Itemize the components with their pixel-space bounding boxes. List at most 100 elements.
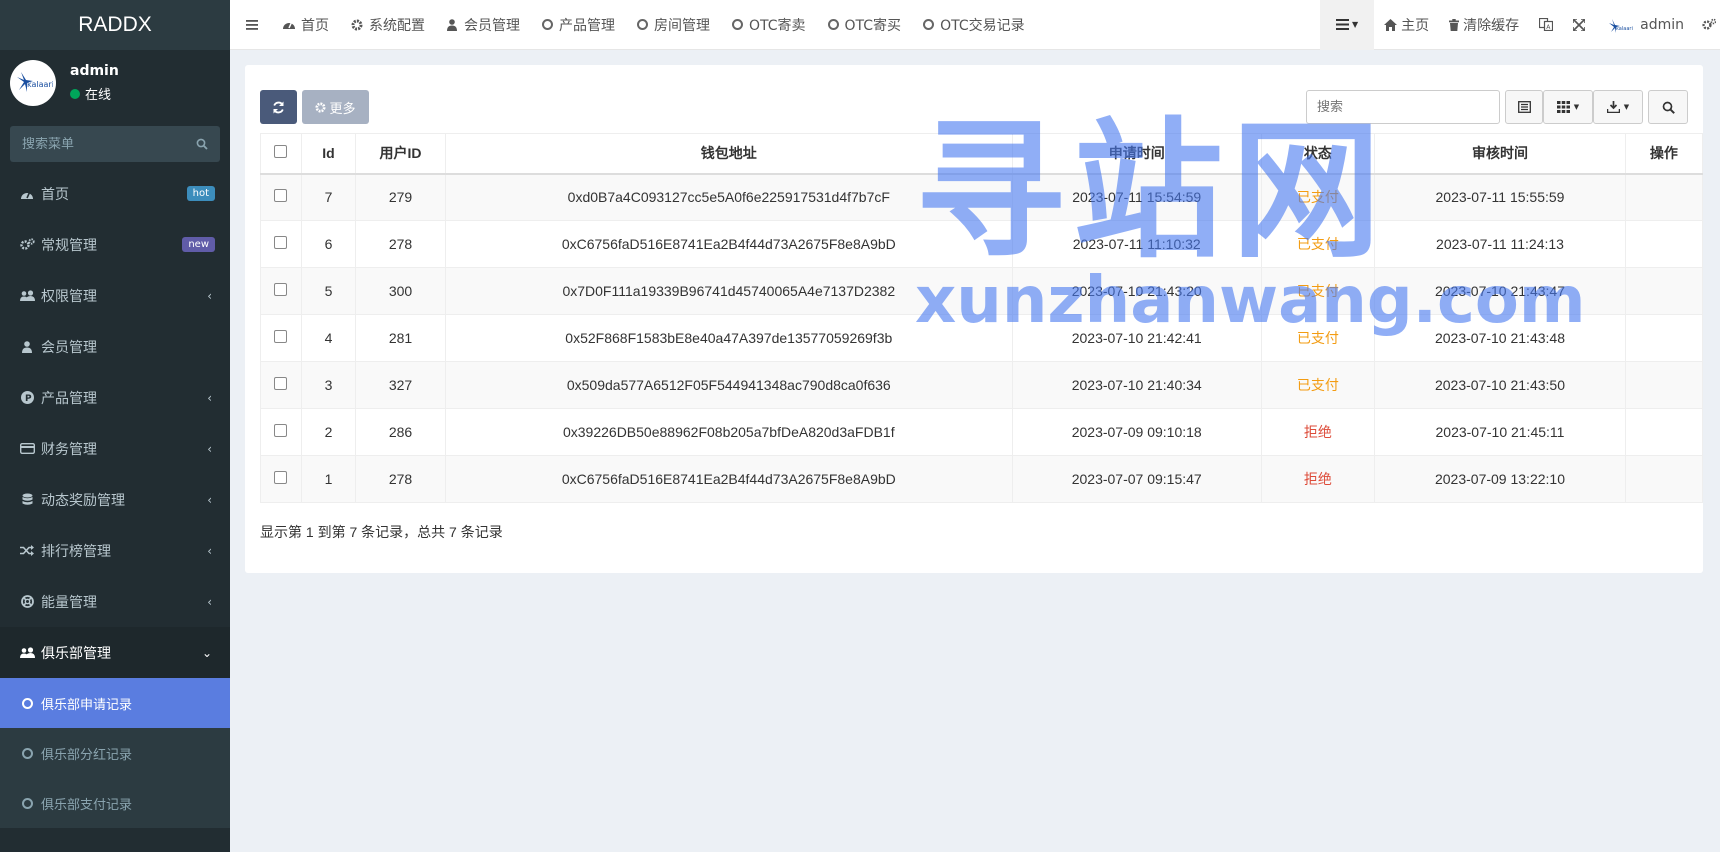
cell-actions [1624, 408, 1704, 456]
sidebar-subitem-club-dividends[interactable]: 俱乐部分红记录 [0, 728, 230, 778]
select-all-checkbox[interactable] [274, 145, 288, 159]
column-header-apply-time[interactable]: 申请时间 [1011, 133, 1262, 175]
expand-icon [1573, 18, 1586, 31]
control-sidebar-button[interactable] [1698, 0, 1720, 50]
cell-apply-time: 2023-07-11 15:54:59 [1011, 173, 1262, 221]
table-row[interactable]: 6 278 0xC6756faD516E8741Ea2B4f44d73A2675F8… [260, 220, 1704, 268]
users-icon [17, 646, 37, 659]
column-header-review-time[interactable]: 审核时间 [1374, 133, 1626, 175]
sidebar-subitem-club-payments[interactable]: 俱乐部支付记录 [0, 778, 230, 828]
export-button[interactable]: ▼ [1593, 90, 1643, 124]
chevron-down-icon: ⌄ [201, 645, 212, 660]
tab-rooms[interactable]: 房间管理 [626, 0, 721, 50]
tab-members[interactable]: 会员管理 [436, 0, 531, 50]
tab-otc-records[interactable]: OTC交易记录 [912, 0, 1036, 50]
row-checkbox[interactable] [274, 424, 288, 437]
list-icon [1335, 19, 1349, 30]
tab-products[interactable]: 产品管理 [531, 0, 626, 50]
toggle-view-button[interactable] [1505, 90, 1543, 124]
table-row[interactable]: 4 281 0x52F868F1583bE8e40a47A397de13577059… [260, 314, 1704, 362]
cell-id: 7 [300, 173, 357, 221]
sidebar-item-general[interactable]: 常规管理 new [0, 219, 230, 270]
cell-actions [1624, 314, 1704, 362]
row-select-cell [260, 314, 302, 362]
search-button[interactable] [1648, 90, 1688, 124]
table-row[interactable]: 7 279 0xd0B7a4C093127cc5e5A0f6e225917531d4… [260, 173, 1704, 221]
cell-wallet: 0x7D0F111a19339B96741d45740065A4e7137D23… [444, 267, 1013, 315]
status-paid: 已支付 [1260, 220, 1376, 268]
list-alt-icon [1517, 101, 1531, 113]
status-paid: 已支付 [1260, 267, 1376, 315]
th-icon [1556, 101, 1570, 113]
nav-menu-dropdown-button[interactable]: ▼ [1319, 0, 1375, 50]
online-dot-icon [70, 88, 80, 99]
row-checkbox[interactable] [274, 236, 288, 249]
status-rejected: 拒绝 [1260, 455, 1376, 503]
user-panel: kalaari admin 在线 [0, 50, 230, 116]
sidebar-item-home[interactable]: 首页 hot [0, 168, 230, 219]
trash-icon [1449, 18, 1460, 31]
fullscreen-button[interactable] [1563, 0, 1595, 50]
svg-text:kalaari: kalaari [1616, 26, 1633, 32]
cell-apply-time: 2023-07-10 21:40:34 [1011, 361, 1262, 409]
table-header-row: Id 用户ID 钱包地址 申请时间 状态 审核时间 操作 [260, 133, 1704, 175]
user-icon [17, 340, 37, 353]
column-header-id[interactable]: Id [300, 133, 357, 175]
row-checkbox[interactable] [274, 471, 288, 484]
cell-apply-time: 2023-07-07 09:15:47 [1011, 455, 1262, 503]
refresh-icon [273, 101, 284, 113]
cell-apply-time: 2023-07-10 21:42:41 [1011, 314, 1262, 362]
home-link[interactable]: 主页 [1374, 0, 1439, 50]
column-header-user-id[interactable]: 用户ID [355, 133, 446, 175]
new-badge: new [182, 237, 215, 252]
clear-cache-button[interactable]: 清除缓存 [1439, 0, 1529, 50]
row-checkbox[interactable] [274, 283, 288, 296]
language-button[interactable]: A [1529, 0, 1563, 50]
table-row[interactable]: 1 278 0xC6756faD516E8741Ea2B4f44d73A2675F8… [260, 455, 1704, 503]
sidebar-item-rewards[interactable]: 动态奖励管理 ‹ [0, 474, 230, 525]
sidebar-item-club[interactable]: 俱乐部管理 ⌄ [0, 627, 230, 678]
gear-icon [315, 101, 327, 113]
sidebar-search [10, 126, 220, 162]
row-checkbox[interactable] [274, 377, 288, 390]
tab-home[interactable]: 首页 [271, 0, 340, 50]
column-header-wallet[interactable]: 钱包地址 [444, 133, 1013, 175]
table-row[interactable]: 5 300 0x7D0F111a19339B96741d45740065A4e713… [260, 267, 1704, 315]
row-checkbox[interactable] [274, 330, 288, 343]
table-row[interactable]: 2 286 0x39226DB50e88962F08b205a7bfDeA820d3… [260, 408, 1704, 456]
sidebar-item-permissions[interactable]: 权限管理 ‹ [0, 270, 230, 321]
cell-review-time: 2023-07-10 21:43:48 [1374, 314, 1626, 362]
tab-otc-buy[interactable]: OTC寄买 [817, 0, 913, 50]
table-row[interactable]: 3 327 0x509da577A6512F05F544941348ac790d8c… [260, 361, 1704, 409]
random-icon [17, 545, 37, 556]
status-paid: 已支付 [1260, 173, 1376, 221]
tab-system-config[interactable]: 系统配置 [340, 0, 436, 50]
brand-logo[interactable]: RADDX [0, 0, 230, 50]
sidebar-item-products[interactable]: P 产品管理 ‹ [0, 372, 230, 423]
sidebar-search-input[interactable] [22, 136, 182, 152]
sidebar-toggle-button[interactable] [230, 0, 271, 50]
dashboard-icon [283, 22, 295, 29]
language-icon: A [1539, 18, 1554, 31]
refresh-button[interactable] [260, 90, 297, 124]
pagination-info: 显示第 1 到第 7 条记录，总共 7 条记录 [260, 524, 503, 540]
admin-user-menu[interactable]: kalaari admin [1595, 0, 1698, 50]
sidebar-item-finance[interactable]: 财务管理 ‹ [0, 423, 230, 474]
cell-actions [1624, 361, 1704, 409]
columns-button[interactable]: ▼ [1543, 90, 1593, 124]
tab-otc-sell[interactable]: OTC寄卖 [721, 0, 817, 50]
row-checkbox[interactable] [274, 189, 288, 203]
cell-wallet: 0x509da577A6512F05F544941348ac790d8ca0f6… [444, 361, 1013, 409]
more-button[interactable]: 更多 [302, 90, 369, 124]
cell-wallet: 0x39226DB50e88962F08b205a7bfDeA820d3aFDB… [444, 408, 1013, 456]
sidebar-item-ranking[interactable]: 排行榜管理 ‹ [0, 525, 230, 576]
cell-review-time: 2023-07-09 13:22:10 [1374, 455, 1626, 503]
sidebar-subitem-club-applications[interactable]: 俱乐部申请记录 [0, 678, 230, 728]
sidebar-item-energy[interactable]: 能量管理 ‹ [0, 576, 230, 627]
search-icon[interactable] [196, 138, 208, 150]
column-header-status[interactable]: 状态 [1260, 133, 1376, 175]
sidebar-item-members[interactable]: 会员管理 [0, 321, 230, 372]
download-icon [1606, 101, 1620, 113]
chevron-left-icon: ‹ [207, 441, 212, 456]
table-search-input[interactable] [1306, 90, 1500, 124]
